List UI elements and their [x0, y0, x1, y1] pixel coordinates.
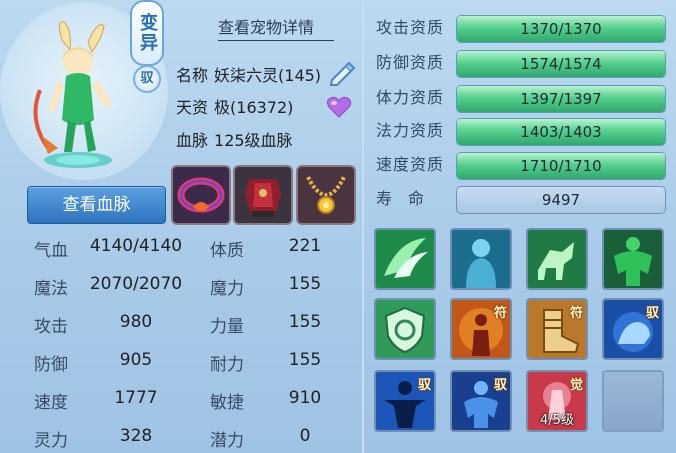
stat-value: 155: [288, 350, 322, 370]
bloodline-row: 血脉 125级血脉: [176, 127, 293, 155]
blue-man-skill-icon[interactable]: 驭: [374, 370, 436, 432]
skill-tag: 驭: [645, 306, 659, 321]
stamina-aptitude-bar: 1397/1397: [456, 85, 666, 113]
stat-value: 980: [119, 312, 153, 332]
stamina-aptitude-label: 体力资质: [376, 88, 445, 107]
lifespan-label: 寿 命: [376, 189, 425, 208]
aptitude-row: 天资 极(16372): [176, 94, 293, 122]
name-value: 妖柒六灵(145): [214, 66, 322, 85]
skill-tag: 驭: [493, 378, 507, 393]
skill-tag: 驭: [417, 378, 431, 393]
stat-value: 1777: [114, 388, 158, 408]
rank-badge: 驭: [133, 65, 161, 93]
stat-value: 328: [119, 426, 153, 446]
red-awaken-skill-icon[interactable]: 觉 4/5级: [526, 370, 588, 432]
stat-label: 气血: [34, 241, 68, 261]
magic-aptitude-bar: 1403/1403: [456, 118, 666, 146]
collar-equip-icon[interactable]: [171, 165, 231, 225]
bloodline-label: 血脉: [176, 131, 209, 150]
aptitude-label: 天资: [176, 98, 209, 117]
blue-muscle-skill-icon[interactable]: 驭: [450, 370, 512, 432]
panel-divider: [362, 0, 364, 453]
magic-aptitude-label: 法力资质: [376, 121, 445, 140]
skill-tag: 符: [493, 306, 507, 321]
stat-label: 潜力: [210, 431, 244, 451]
blue-figure-skill-icon[interactable]: [450, 228, 512, 290]
stat-label: 灵力: [34, 431, 68, 451]
attack-aptitude-bar: 1370/1370: [456, 15, 666, 43]
edit-name-pen-icon[interactable]: [326, 60, 356, 86]
speed-aptitude-label: 速度资质: [376, 155, 445, 174]
necklace-equip-icon[interactable]: [296, 165, 356, 225]
stat-value: 905: [119, 350, 153, 370]
view-bloodline-button[interactable]: 查看血脉: [27, 186, 166, 224]
stat-label: 魔法: [34, 279, 68, 299]
stat-value: 221: [288, 236, 322, 256]
stat-value: 2070/2070: [89, 274, 183, 294]
stat-label: 体质: [210, 241, 244, 261]
defense-aptitude-bar: 1574/1574: [456, 50, 666, 78]
stat-label: 防御: [34, 355, 68, 375]
stat-value: 0: [299, 426, 311, 446]
pet-detail-link[interactable]: 查看宠物详情: [218, 14, 334, 41]
name-row: 名称 妖柒六灵(145): [176, 62, 321, 90]
skill-level: 4/5级: [540, 413, 574, 428]
bloodline-value: 125级血脉: [214, 131, 293, 150]
bar-value: 1574/1574: [520, 55, 602, 73]
aptitude-value: 极(16372): [214, 98, 294, 117]
green-muscle-skill-icon[interactable]: [602, 228, 664, 290]
boot-skill-icon[interactable]: 符: [526, 298, 588, 360]
stat-value: 4140/4140: [89, 236, 183, 256]
stat-label: 魔力: [210, 279, 244, 299]
name-label: 名称: [176, 66, 209, 85]
skill-tag: 符: [569, 306, 583, 321]
stat-value: 155: [288, 274, 322, 294]
bar-value: 1710/1710: [520, 157, 602, 175]
attack-aptitude-label: 攻击资质: [376, 18, 445, 37]
stat-label: 耐力: [210, 355, 244, 375]
defense-aptitude-label: 防御资质: [376, 53, 445, 72]
pet-sprite-icon: [33, 21, 112, 168]
stat-label: 力量: [210, 317, 244, 337]
stat-label: 速度: [34, 393, 68, 413]
heart-icon[interactable]: [326, 96, 352, 118]
skill-tag: 觉: [569, 378, 583, 393]
green-wings-skill-icon[interactable]: [374, 228, 436, 290]
stat-value: 910: [288, 388, 322, 408]
bar-value: 1403/1403: [520, 123, 602, 141]
green-shield-skill-icon[interactable]: [374, 298, 436, 360]
stat-value: 155: [288, 312, 322, 332]
orange-figure-skill-icon[interactable]: 符: [450, 298, 512, 360]
lifespan-value: 9497: [456, 186, 666, 214]
bar-value: 1397/1397: [520, 90, 602, 108]
bar-value: 1370/1370: [520, 20, 602, 38]
empty-slot-icon[interactable]: [602, 370, 664, 432]
green-horse-skill-icon[interactable]: [526, 228, 588, 290]
speed-aptitude-bar: 1710/1710: [456, 152, 666, 180]
stat-label: 攻击: [34, 317, 68, 337]
blue-beast-skill-icon[interactable]: 驭: [602, 298, 664, 360]
armor-equip-icon[interactable]: [233, 165, 293, 225]
variant-badge: 变异: [130, 0, 164, 66]
stat-label: 敏捷: [210, 393, 244, 413]
